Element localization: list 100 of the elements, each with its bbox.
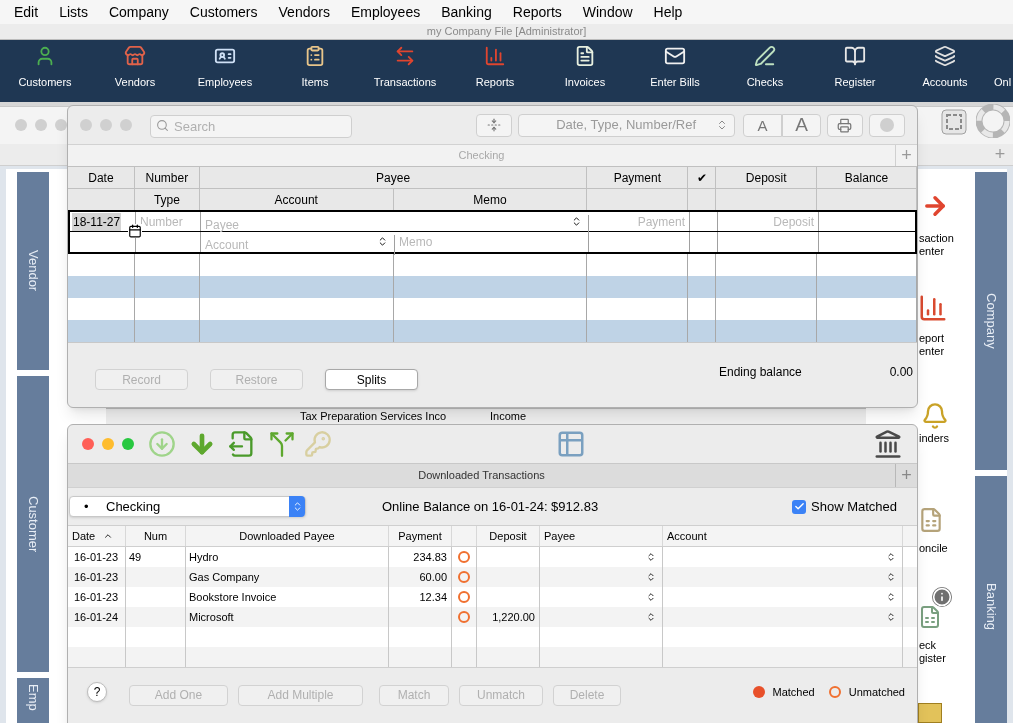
menu-item[interactable]: Window (582, 1, 633, 23)
toolbar-label[interactable]: Invoices (564, 74, 606, 91)
side-tab[interactable]: Company (975, 172, 1007, 470)
toolbar-label[interactable]: Customers (18, 74, 72, 91)
table-cell-text: 60.00 (419, 569, 447, 585)
payee-field[interactable]: Payee (201, 215, 589, 235)
toolbar-label[interactable]: Register (834, 74, 876, 91)
side-tab[interactable]: Customer (17, 376, 49, 672)
bank-icon[interactable] (873, 429, 903, 459)
split-arrows-icon[interactable] (268, 430, 296, 458)
shortcut-label[interactable]: eck (919, 639, 946, 652)
table-cell-text: 234.83 (413, 549, 447, 565)
toolbar-label[interactable]: Vendors (114, 74, 156, 91)
table-cell-text: 49 (129, 549, 142, 565)
ending-balance-value: 0.00 (889, 364, 913, 381)
menu-item[interactable]: Vendors (278, 1, 330, 23)
updown-icon[interactable] (646, 572, 656, 582)
bell-icon[interactable] (921, 400, 949, 432)
updown-icon[interactable] (646, 592, 656, 602)
arrows-icon[interactable] (394, 45, 416, 67)
pen-icon[interactable] (754, 45, 776, 67)
column-header[interactable]: Account (663, 526, 903, 546)
action-button[interactable]: Splits (325, 369, 418, 390)
checkbox[interactable] (792, 499, 806, 514)
table-cell: Tax Preparation Services Inco (300, 410, 447, 423)
column-header[interactable]: Payee (540, 526, 663, 546)
toolbar-label[interactable]: Transactions (373, 74, 437, 91)
table-cell-text: 1,220.00 (492, 609, 535, 625)
shortcut-label[interactable]: gister (919, 652, 946, 665)
menu-item[interactable]: Edit (14, 1, 39, 23)
document-icon[interactable] (574, 45, 596, 67)
updown-icon[interactable] (886, 572, 896, 582)
toolbar-label[interactable]: Accounts (922, 74, 968, 91)
storefront-icon[interactable] (124, 45, 146, 67)
column-header[interactable]: Date (68, 526, 126, 546)
menu-item[interactable]: Customers (189, 1, 258, 23)
account-dropdown[interactable]: • Checking (69, 496, 306, 517)
legend-label: Unmatched (848, 685, 905, 700)
updown-icon[interactable] (886, 592, 896, 602)
date-field[interactable]: 18-11-27 (72, 212, 122, 231)
menu-item[interactable]: Employees (350, 1, 421, 23)
column-header[interactable]: Num (126, 526, 186, 546)
bar-chart-icon[interactable] (484, 45, 506, 67)
fullscreen-icon[interactable] (940, 108, 968, 136)
column-header[interactable]: Downloaded Payee (186, 526, 389, 546)
zoom-button[interactable] (122, 438, 134, 450)
column-header[interactable]: Deposit (477, 526, 540, 546)
help-button[interactable]: ? (87, 682, 107, 702)
payment-field[interactable]: Payment (589, 212, 690, 231)
menu-item[interactable]: Reports (512, 1, 562, 23)
updown-icon (571, 216, 582, 227)
updown-icon[interactable] (886, 612, 896, 622)
side-tab[interactable]: Emp (17, 678, 49, 723)
shortcut-label[interactable]: inders (919, 432, 949, 445)
folder-icon[interactable] (918, 703, 942, 723)
table-cell-text: Hydro (189, 549, 219, 565)
shortcut-label[interactable]: oncile (919, 542, 948, 555)
menu-item[interactable]: Lists (59, 1, 88, 23)
shortcut-label[interactable]: eport (919, 332, 945, 345)
toolbar-label[interactable]: Items (301, 74, 329, 91)
collapse-icon (487, 118, 502, 132)
show-matched-checkbox[interactable]: Show Matched (792, 496, 897, 517)
menu-item[interactable]: Banking (441, 1, 492, 23)
ending-balance-label: Ending balance (719, 364, 802, 381)
shortcut-label[interactable]: saction (919, 232, 954, 245)
collapse-button[interactable] (476, 113, 513, 137)
side-tab[interactable]: Banking (975, 476, 1007, 723)
side-tab[interactable]: Vendor (17, 172, 49, 370)
toolbar-label[interactable]: Enter Bills (650, 74, 700, 91)
updown-icon[interactable] (646, 552, 656, 562)
stack-icon[interactable] (934, 45, 956, 67)
lifebuoy-icon[interactable] (976, 104, 1010, 138)
menu-item[interactable]: Help (653, 1, 683, 23)
table-cell-text: 12.34 (419, 589, 447, 605)
menu-item[interactable]: Company (108, 1, 169, 23)
memo-field[interactable]: Memo (395, 232, 589, 252)
shortcut-label[interactable]: enter (919, 345, 945, 358)
window-title: Downloaded Transactions (417, 468, 546, 484)
updown-icon[interactable] (646, 612, 656, 622)
ledger-icon[interactable] (844, 45, 866, 67)
window-title: my Company File [Administrator] (426, 24, 587, 40)
larger-font-button[interactable]: A (782, 113, 822, 137)
toolbar-label[interactable]: Onl (990, 74, 1012, 91)
clipboard-icon[interactable] (304, 45, 326, 67)
toolbar-label[interactable]: Reports (475, 74, 515, 91)
envelope-icon[interactable] (664, 45, 686, 67)
table-cell-text: Gas Company (189, 569, 260, 585)
close-button[interactable] (82, 438, 94, 450)
table-cell-text: Microsoft (189, 609, 234, 625)
calendar-icon[interactable] (128, 224, 142, 238)
toolbar-label[interactable]: Checks (746, 74, 784, 91)
deposit-field[interactable]: Deposit (718, 212, 819, 231)
list-view-icon[interactable] (556, 429, 586, 459)
toolbar-label[interactable]: Employees (197, 74, 253, 91)
updown-icon[interactable] (886, 552, 896, 562)
search-field[interactable]: Search (150, 114, 352, 138)
column-header[interactable]: Payment (389, 526, 452, 546)
smaller-font-button[interactable]: A (743, 113, 783, 137)
shortcut-label[interactable]: enter (919, 245, 954, 258)
print-button[interactable] (827, 113, 863, 137)
